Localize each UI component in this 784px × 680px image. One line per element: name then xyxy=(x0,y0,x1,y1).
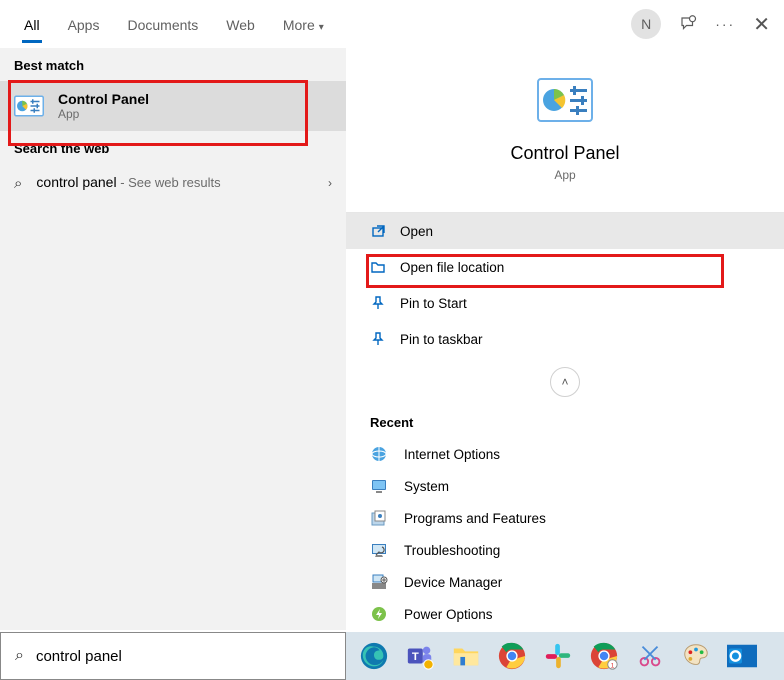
tab-web[interactable]: Web xyxy=(216,5,265,43)
taskbar-chrome-canary[interactable]: 1 xyxy=(584,636,624,676)
action-label: Pin to Start xyxy=(400,296,467,311)
recent-programs-features[interactable]: Programs and Features xyxy=(346,502,784,534)
system-icon xyxy=(370,477,388,495)
recent-item-label: System xyxy=(404,479,449,494)
search-topbar: All Apps Documents Web More▾ N ··· ✕ xyxy=(0,0,784,48)
device-manager-icon xyxy=(370,573,388,591)
internet-options-icon xyxy=(370,445,388,463)
pin-icon xyxy=(370,295,386,311)
chevron-down-icon: ▾ xyxy=(319,22,324,33)
result-title: Control Panel xyxy=(58,91,149,107)
more-options-button[interactable]: ··· xyxy=(715,16,735,32)
user-avatar[interactable]: N xyxy=(631,9,661,39)
control-panel-large-icon xyxy=(537,78,593,122)
search-input[interactable] xyxy=(36,648,331,665)
recent-system[interactable]: System xyxy=(346,470,784,502)
web-hint-text: - See web results xyxy=(117,175,221,190)
results-panel: Best match Control Panel App Search the … xyxy=(0,48,346,630)
action-label: Open xyxy=(400,224,433,239)
recent-internet-options[interactable]: Internet Options xyxy=(346,438,784,470)
chevron-right-icon: › xyxy=(328,176,332,190)
tab-documents[interactable]: Documents xyxy=(117,5,208,43)
taskbar-file-explorer[interactable] xyxy=(446,636,486,676)
taskbar-outlook[interactable] xyxy=(722,636,762,676)
troubleshooting-icon xyxy=(370,541,388,559)
taskbar: T 1 xyxy=(346,632,784,680)
taskbar-slack[interactable] xyxy=(538,636,578,676)
folder-icon xyxy=(370,259,386,275)
power-options-icon xyxy=(370,605,388,623)
action-label: Open file location xyxy=(400,260,504,275)
recent-troubleshooting[interactable]: Troubleshooting xyxy=(346,534,784,566)
action-label: Pin to taskbar xyxy=(400,332,483,347)
search-icon: ⌕ xyxy=(15,647,24,665)
preview-subtitle: App xyxy=(346,168,784,182)
feedback-icon[interactable] xyxy=(679,15,697,33)
pin-icon xyxy=(370,331,386,347)
close-button[interactable]: ✕ xyxy=(753,12,770,37)
result-subtitle: App xyxy=(58,107,149,121)
tab-all[interactable]: All xyxy=(14,5,50,43)
tab-apps[interactable]: Apps xyxy=(58,5,110,43)
action-open[interactable]: Open xyxy=(346,213,784,249)
preview-title: Control Panel xyxy=(346,143,784,164)
svg-text:1: 1 xyxy=(611,662,615,669)
collapse-button[interactable]: ˄ xyxy=(550,367,580,397)
action-open-file-location[interactable]: Open file location xyxy=(346,249,784,285)
recent-item-label: Power Options xyxy=(404,607,493,622)
search-web-label: Search the web xyxy=(0,131,346,164)
recent-item-label: Internet Options xyxy=(404,447,500,462)
recent-item-label: Troubleshooting xyxy=(404,543,500,558)
recent-item-label: Device Manager xyxy=(404,575,502,590)
programs-icon xyxy=(370,509,388,527)
recent-item-label: Programs and Features xyxy=(404,511,546,526)
recent-device-manager[interactable]: Device Manager xyxy=(346,566,784,598)
action-pin-to-start[interactable]: Pin to Start xyxy=(346,285,784,321)
recent-label: Recent xyxy=(346,407,784,438)
svg-text:T: T xyxy=(412,651,419,663)
control-panel-icon xyxy=(14,95,44,117)
best-match-label: Best match xyxy=(0,48,346,81)
search-icon: ⌕ xyxy=(14,175,22,192)
taskbar-teams[interactable]: T xyxy=(400,636,440,676)
filter-tabs: All Apps Documents Web More▾ xyxy=(14,5,334,43)
action-pin-to-taskbar[interactable]: Pin to taskbar xyxy=(346,321,784,357)
open-icon xyxy=(370,223,386,239)
search-bar[interactable]: ⌕ xyxy=(0,632,346,680)
taskbar-edge[interactable] xyxy=(354,636,394,676)
web-query-text: control panel xyxy=(36,174,116,190)
result-control-panel[interactable]: Control Panel App xyxy=(0,81,346,131)
taskbar-paint[interactable] xyxy=(676,636,716,676)
result-web-search[interactable]: ⌕ control panel - See web results › xyxy=(0,164,346,202)
taskbar-snip[interactable] xyxy=(630,636,670,676)
taskbar-chrome[interactable] xyxy=(492,636,532,676)
chevron-up-icon: ˄ xyxy=(561,375,568,389)
recent-power-options[interactable]: Power Options xyxy=(346,598,784,630)
tab-more[interactable]: More▾ xyxy=(273,5,334,43)
preview-panel: Control Panel App Open Open file locatio… xyxy=(346,48,784,630)
